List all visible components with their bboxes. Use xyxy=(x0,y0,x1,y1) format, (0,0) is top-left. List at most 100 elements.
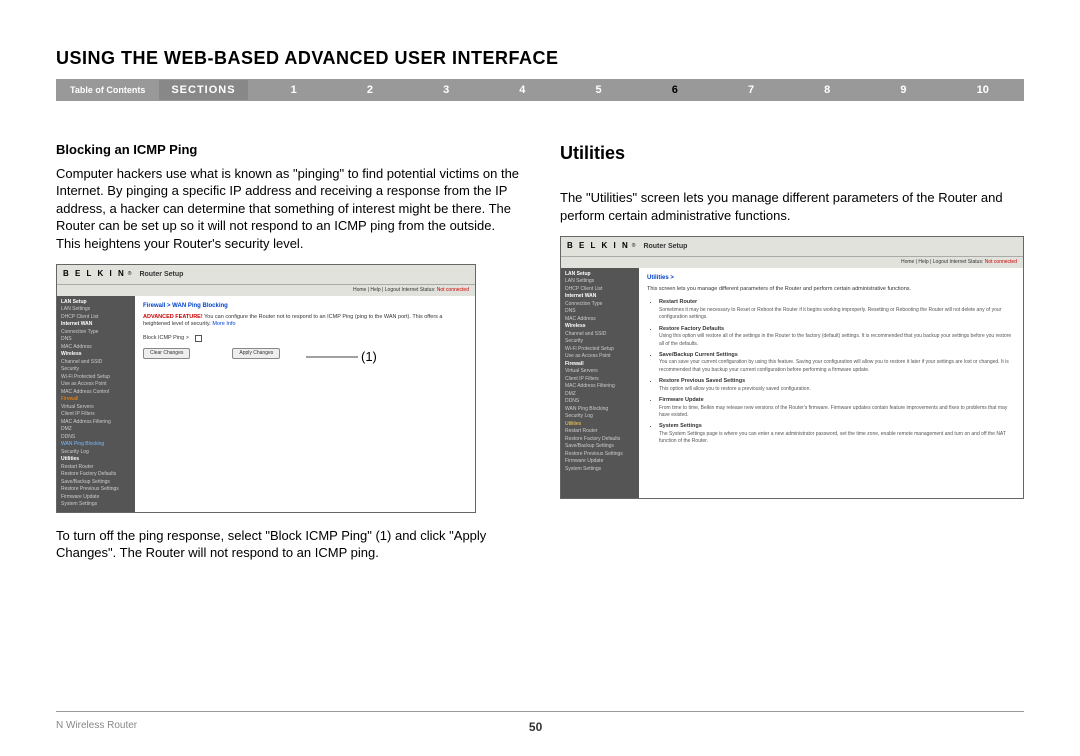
sb-lan-setup: LAN Setup xyxy=(565,271,635,279)
sb-item[interactable]: Restore Previous Settings xyxy=(565,451,635,459)
footer: N Wireless Router 50 xyxy=(56,720,1024,734)
left-para-2: To turn off the ping response, select "B… xyxy=(56,527,520,562)
util-item-restore-defaults: Restore Factory DefaultsUsing this optio… xyxy=(659,326,1015,348)
sb-item[interactable]: LAN Settings xyxy=(61,306,131,314)
shot1-advanced-feature: ADVANCED FEATURE! You can configure the … xyxy=(143,314,467,329)
shot1-header: B E L K I N ® Router Setup xyxy=(57,265,475,285)
shot1-topbar: Home | Help | Logout Internet Status: No… xyxy=(57,285,475,296)
router-setup-label: Router Setup xyxy=(139,270,183,279)
more-info-link[interactable]: More Info xyxy=(212,321,235,327)
sb-item[interactable]: LAN Settings xyxy=(565,278,635,286)
nav-num-2[interactable]: 2 xyxy=(363,84,377,96)
sb-item[interactable]: DHCP Client List xyxy=(61,314,131,322)
sb-item[interactable]: Channel and SSID xyxy=(61,359,131,367)
nav-num-4[interactable]: 4 xyxy=(515,84,529,96)
sb-item[interactable]: DMZ xyxy=(61,426,131,434)
button-row: Clear Changes Apply Changes xyxy=(143,348,467,359)
sb-item[interactable]: WAN Ping Blocking xyxy=(565,406,635,414)
belkin-logo: B E L K I N xyxy=(63,269,126,280)
left-column: Blocking an ICMP Ping Computer hackers u… xyxy=(56,141,520,574)
sb-item[interactable]: Save/Backup Settings xyxy=(565,443,635,451)
sb-wan-ping[interactable]: WAN Ping Blocking xyxy=(61,441,131,449)
shot1-main: Firewall > WAN Ping Blocking ADVANCED FE… xyxy=(135,296,475,512)
sb-item[interactable]: DMZ xyxy=(565,391,635,399)
util-item-fw-update: Firmware UpdateFrom time to time, Belkin… xyxy=(659,397,1015,419)
sb-item[interactable]: Restore Factory Defaults xyxy=(565,436,635,444)
block-icmp-row: Block ICMP Ping > xyxy=(143,335,467,342)
dot-icon: ® xyxy=(128,271,132,278)
sb-item[interactable]: Connection Type xyxy=(61,329,131,337)
block-icmp-checkbox[interactable] xyxy=(195,335,202,342)
sb-item[interactable]: Virtual Servers xyxy=(61,404,131,412)
sb-item[interactable]: Firmware Update xyxy=(565,458,635,466)
sb-item[interactable]: Wi-Fi Protected Setup xyxy=(565,346,635,354)
left-subheading: Blocking an ICMP Ping xyxy=(56,141,520,159)
sb-item[interactable]: Security xyxy=(61,366,131,374)
sb-item[interactable]: Security xyxy=(565,338,635,346)
sb-item[interactable]: Restart Router xyxy=(565,428,635,436)
nav-num-8[interactable]: 8 xyxy=(820,84,834,96)
nav-numbers: 1 2 3 4 5 6 7 8 9 10 xyxy=(256,84,1024,96)
router-setup-label: Router Setup xyxy=(643,242,687,251)
sb-item[interactable]: DHCP Client List xyxy=(565,286,635,294)
belkin-logo: B E L K I N xyxy=(567,241,630,252)
shot2-status: Not connected xyxy=(985,259,1017,265)
sb-item[interactable]: MAC Address xyxy=(565,316,635,324)
sb-item[interactable]: Wi-Fi Protected Setup xyxy=(61,374,131,382)
sb-item[interactable]: DDNS xyxy=(61,434,131,442)
sb-item[interactable]: Virtual Servers xyxy=(565,368,635,376)
sb-item[interactable]: DNS xyxy=(61,336,131,344)
sb-item[interactable]: DNS xyxy=(565,308,635,316)
util-item-restart: Restart RouterSometimes it may be necess… xyxy=(659,299,1015,321)
sb-item[interactable]: Channel and SSID xyxy=(565,331,635,339)
sb-item[interactable]: Restore Factory Defaults xyxy=(61,471,131,479)
sb-item[interactable]: Save/Backup Settings xyxy=(61,479,131,487)
sb-item[interactable]: Connection Type xyxy=(565,301,635,309)
nav-num-1[interactable]: 1 xyxy=(287,84,301,96)
util-item-save-backup: Save/Backup Current SettingsYou can save… xyxy=(659,352,1015,374)
annotation-line xyxy=(306,351,362,363)
shot2-body: LAN Setup LAN Settings DHCP Client List … xyxy=(561,268,1023,498)
nav-num-10[interactable]: 10 xyxy=(973,84,993,96)
shot2-main: Utilities > This screen lets you manage … xyxy=(639,268,1023,498)
sb-item[interactable]: Client IP Filters xyxy=(565,376,635,384)
sb-item[interactable]: System Settings xyxy=(61,501,131,509)
sb-lan-setup: LAN Setup xyxy=(61,299,131,307)
nav-num-9[interactable]: 9 xyxy=(896,84,910,96)
sb-item[interactable]: MAC Address Filtering xyxy=(61,419,131,427)
sb-item[interactable]: System Settings xyxy=(565,466,635,474)
nav-toc[interactable]: Table of Contents xyxy=(56,85,159,95)
shot2-toplinks[interactable]: Home | Help | Logout Internet Status: xyxy=(901,259,983,265)
sb-utilities: Utilities xyxy=(565,421,635,429)
shot1-toplinks[interactable]: Home | Help | Logout Internet Status: xyxy=(353,287,435,293)
sb-item[interactable]: Client IP Filters xyxy=(61,411,131,419)
screenshot-utilities: B E L K I N ® Router Setup Home | Help |… xyxy=(560,236,1024,499)
shot1-status: Not connected xyxy=(437,287,469,293)
sb-item[interactable]: Firmware Update xyxy=(61,494,131,502)
nav-num-6[interactable]: 6 xyxy=(668,84,682,96)
sb-item[interactable]: MAC Address Filtering xyxy=(565,383,635,391)
sb-item[interactable]: MAC Address xyxy=(61,344,131,352)
annotation-1: (1) xyxy=(361,348,377,366)
nav-num-3[interactable]: 3 xyxy=(439,84,453,96)
sb-item[interactable]: Restart Router xyxy=(61,464,131,472)
nav-num-5[interactable]: 5 xyxy=(592,84,606,96)
shot2-intro: This screen lets you manage different pa… xyxy=(647,286,1015,293)
sb-wireless: Wireless xyxy=(565,323,635,331)
sb-internet-wan: Internet WAN xyxy=(61,321,131,329)
nav-num-7[interactable]: 7 xyxy=(744,84,758,96)
sb-item[interactable]: Security Log xyxy=(565,413,635,421)
shot2-header: B E L K I N ® Router Setup xyxy=(561,237,1023,257)
sb-item[interactable]: MAC Address Control xyxy=(61,389,131,397)
sb-item[interactable]: DDNS xyxy=(565,398,635,406)
sb-item[interactable]: Use as Access Point xyxy=(565,353,635,361)
footer-product: N Wireless Router xyxy=(56,720,137,734)
sb-item[interactable]: Restore Previous Settings xyxy=(61,486,131,494)
apply-changes-button[interactable]: Apply Changes xyxy=(232,348,280,359)
sb-item[interactable]: Use as Access Point xyxy=(61,381,131,389)
sb-item[interactable]: Security Log xyxy=(61,449,131,457)
clear-changes-button[interactable]: Clear Changes xyxy=(143,348,190,359)
page-number: 50 xyxy=(529,720,542,734)
screenshot-ping-blocking: B E L K I N ® Router Setup Home | Help |… xyxy=(56,264,476,513)
utilities-list: Restart RouterSometimes it may be necess… xyxy=(659,299,1015,445)
